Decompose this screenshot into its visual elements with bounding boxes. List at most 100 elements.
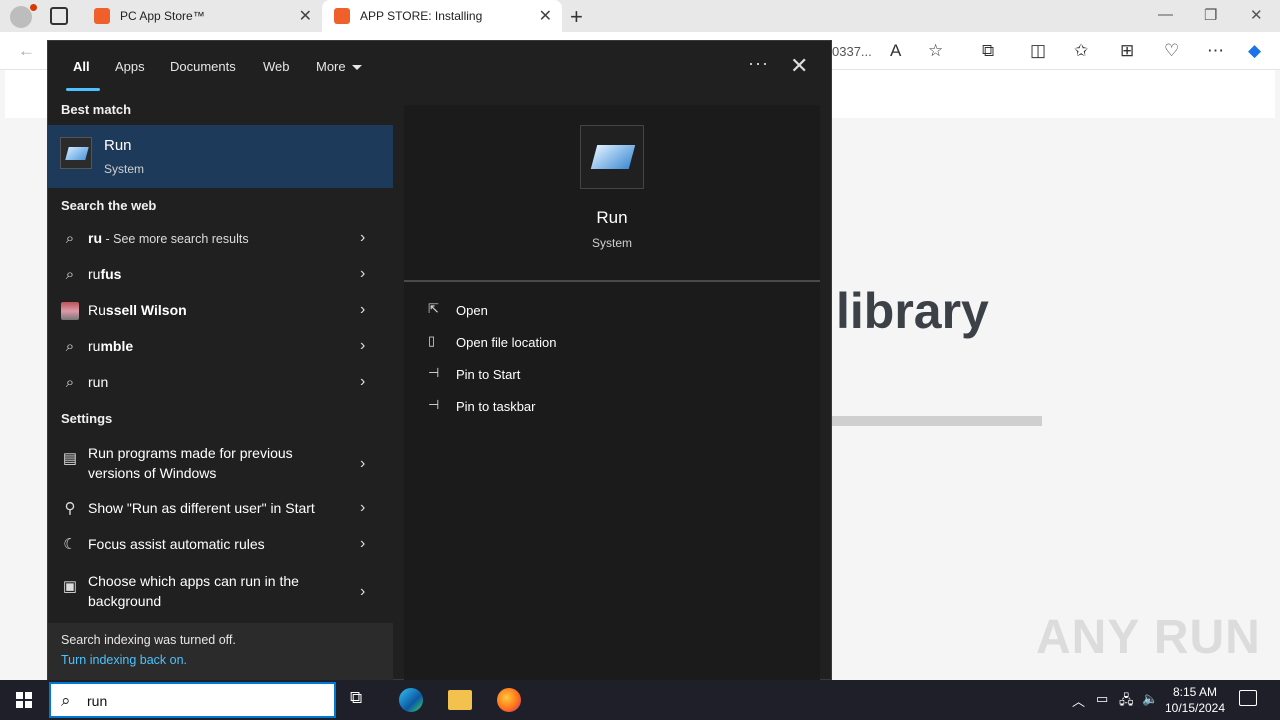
action-label: Pin to taskbar: [456, 399, 536, 414]
chevron-right-icon: ›: [360, 337, 366, 354]
taskbar-clock[interactable]: 8:15 AM 10/15/2024: [1158, 684, 1232, 716]
tab-documents[interactable]: Documents: [170, 59, 236, 74]
match-text: Ru: [88, 302, 106, 318]
volume-icon[interactable]: 🔈: [1142, 691, 1158, 707]
close-icon[interactable]: ✕: [299, 6, 312, 26]
close-icon[interactable]: ✕: [539, 6, 552, 26]
app-store-favicon-icon: [94, 8, 110, 24]
result-text: - See more search results: [102, 232, 249, 246]
action-label: Pin to Start: [456, 367, 521, 382]
notification-center-icon[interactable]: [1239, 690, 1257, 706]
favorite-star-icon[interactable]: ☆: [928, 41, 943, 61]
chevron-right-icon: ›: [360, 455, 366, 472]
page-heading: library: [836, 283, 989, 339]
new-tab-icon[interactable]: +: [570, 4, 583, 30]
result-text: mble: [100, 338, 134, 354]
edge-browser-icon[interactable]: [399, 688, 423, 712]
chevron-right-icon: ›: [360, 583, 366, 600]
network-icon[interactable]: 🖧: [1119, 691, 1134, 713]
turn-indexing-on-link[interactable]: Turn indexing back on.: [61, 653, 187, 667]
usb-device-icon[interactable]: ▭: [1096, 691, 1108, 707]
chevron-right-icon: ›: [360, 265, 366, 282]
clock-time: 8:15 AM: [1172, 685, 1218, 699]
tab-all[interactable]: All: [73, 59, 90, 74]
web-result-run[interactable]: ⌕ run ›: [48, 365, 393, 401]
avatar: [61, 302, 79, 320]
extensions-icon[interactable]: ⧉: [982, 41, 994, 61]
match-text: run: [88, 374, 109, 390]
taskbar: ⌕ ⧉ ︿ ▭ 🖧 🔈 8:15 AM 10/15/2024: [0, 680, 1280, 720]
result-text: Focus assist automatic rules: [88, 536, 265, 552]
compatibility-icon: ▤: [62, 450, 78, 467]
best-match-subtitle: System: [104, 162, 145, 176]
tab-title: PC App Store™: [120, 9, 205, 23]
search-input[interactable]: [87, 691, 317, 711]
chevron-right-icon: ›: [360, 229, 366, 246]
web-result-russell-wilson[interactable]: Russell Wilson ›: [48, 293, 393, 329]
divider: [404, 280, 820, 282]
task-view-icon[interactable]: ⧉: [350, 688, 374, 712]
best-match-run[interactable]: Run System: [48, 125, 393, 188]
read-aloud-icon[interactable]: A: [890, 41, 901, 61]
pin-icon: ⊣: [428, 397, 440, 412]
web-result-rumble[interactable]: ⌕ rumble ›: [48, 329, 393, 365]
tab-actions-icon[interactable]: [50, 7, 68, 25]
app-store-favicon-icon: [334, 8, 350, 24]
pin-icon: ⊣: [428, 365, 440, 380]
taskbar-search-box[interactable]: ⌕: [49, 682, 336, 718]
split-screen-icon[interactable]: ◫: [1030, 41, 1046, 61]
windows-start-icon[interactable]: [16, 692, 32, 708]
search-filter-tabs: All Apps Documents Web More ··· ✕: [48, 41, 833, 93]
more-menu-icon[interactable]: ⋯: [1207, 41, 1224, 61]
url-text[interactable]: 0337...: [832, 44, 872, 59]
chevron-right-icon: ›: [360, 535, 366, 552]
window-close-icon[interactable]: ✕: [1250, 6, 1263, 24]
indexing-notice: Search indexing was turned off. Turn ind…: [48, 623, 393, 681]
tab-more[interactable]: More: [316, 59, 362, 74]
search-icon: ⌕: [65, 230, 75, 247]
settings-result-compatibility[interactable]: ▤ Run programs made for previous version…: [48, 441, 393, 485]
file-location-icon: ▯: [428, 333, 436, 348]
section-header-best-match: Best match: [61, 102, 132, 117]
chevron-down-icon: [351, 65, 362, 71]
match-text: ru: [88, 266, 101, 282]
firefox-icon[interactable]: [497, 688, 521, 712]
close-icon[interactable]: ✕: [790, 53, 808, 79]
copilot-icon[interactable]: ◆: [1248, 41, 1261, 61]
settings-result-focus-assist[interactable]: ☾ Focus assist automatic rules ›: [48, 527, 393, 563]
restore-icon[interactable]: ❐: [1204, 6, 1217, 24]
match-text: ru: [88, 338, 101, 354]
search-results-list: Best match Run System Search the web ⌕ r…: [48, 93, 393, 681]
action-label: Open file location: [456, 335, 557, 350]
action-label: Open: [456, 303, 488, 318]
indexing-status-text: Search indexing was turned off.: [61, 633, 236, 647]
tab-web[interactable]: Web: [263, 59, 290, 74]
file-explorer-icon[interactable]: [448, 690, 472, 710]
settings-result-background-apps[interactable]: ▣ Choose which apps can run in the backg…: [48, 569, 393, 613]
profile-avatar[interactable]: [10, 6, 32, 28]
performance-icon[interactable]: ♡: [1164, 41, 1179, 61]
profile-notification-dot: [30, 4, 37, 11]
browser-tab-pc-app-store[interactable]: PC App Store™ ✕: [84, 0, 322, 32]
browser-tab-bar: PC App Store™ ✕ APP STORE: Installing ✕ …: [0, 0, 1280, 32]
active-tab-indicator: [66, 88, 100, 91]
collections-icon[interactable]: ⊞: [1120, 41, 1134, 61]
result-text: Choose which apps can run in the backgro…: [88, 573, 299, 609]
search-icon: ⌕: [65, 266, 75, 283]
clock-date: 10/15/2024: [1164, 701, 1226, 715]
run-app-icon: [60, 137, 92, 169]
browser-tab-installing[interactable]: APP STORE: Installing ✕: [322, 0, 562, 32]
web-result-ru[interactable]: ⌕ ru - See more search results ›: [48, 221, 393, 257]
minimize-icon[interactable]: —: [1158, 6, 1173, 23]
show-hidden-icons-icon[interactable]: ︿: [1072, 691, 1085, 710]
more-options-icon[interactable]: ···: [748, 53, 769, 74]
preview-title: Run: [596, 208, 628, 227]
match-text: ru: [88, 230, 102, 246]
web-result-rufus[interactable]: ⌕ rufus ›: [48, 257, 393, 293]
result-text: ssell Wilson: [105, 302, 187, 318]
tab-apps[interactable]: Apps: [115, 59, 145, 74]
favorites-icon[interactable]: ✩: [1074, 41, 1088, 61]
settings-result-run-as-user[interactable]: ⚲ Show "Run as different user" in Start …: [48, 491, 393, 527]
back-icon[interactable]: ←: [18, 41, 35, 61]
tab-more-label: More: [316, 59, 346, 74]
